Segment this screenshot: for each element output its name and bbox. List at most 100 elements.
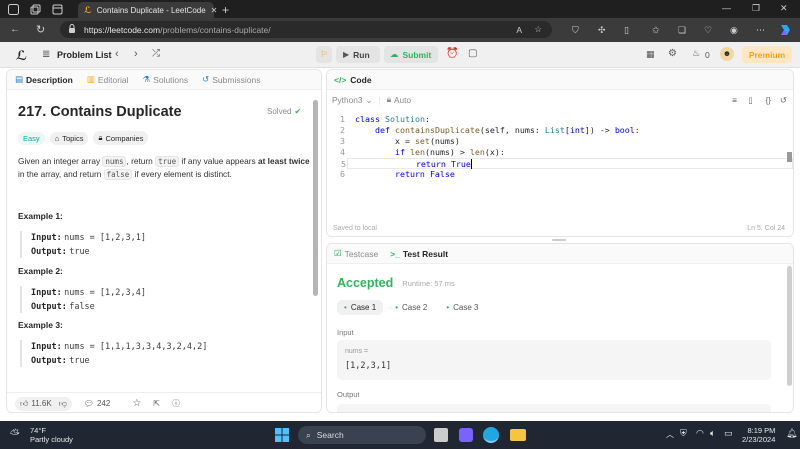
tab-description[interactable]: ▤ Description (15, 74, 73, 85)
new-tab-icon[interactable]: + (222, 3, 229, 17)
split-screen-icon[interactable]: ▯ (624, 25, 629, 36)
file-explorer-icon[interactable] (510, 429, 526, 441)
volume-icon[interactable]: 🔈︎ (710, 428, 715, 439)
shield-extension-icon[interactable]: ⛉ (572, 25, 579, 36)
document-icon: ▤ (15, 74, 24, 84)
workspaces-icon[interactable] (30, 4, 41, 15)
streak-flame-icon[interactable]: ♨ (692, 48, 700, 59)
favorite-star-icon[interactable]: ☆ (132, 398, 141, 409)
next-problem-icon[interactable]: › (134, 48, 138, 60)
format-icon[interactable]: ≡ (732, 95, 737, 105)
browser-toolbar: ← ↻ https://leetcode.com/problems/contai… (0, 18, 800, 42)
search-icon: ⌕ (306, 429, 311, 440)
tab-actions-icon[interactable] (52, 4, 63, 15)
performance-icon[interactable]: ♡ (704, 25, 712, 36)
collections-icon[interactable]: ❏ (678, 25, 686, 36)
terminal-icon: >_ (390, 248, 400, 259)
teams-icon[interactable] (459, 428, 473, 442)
tab-test-result[interactable]: >_ Test Result (390, 249, 448, 259)
topics-tag[interactable]: ⌂ Topics (49, 131, 89, 145)
tab-editorial[interactable]: ▥ Editorial (87, 74, 129, 85)
weather-widget[interactable]: 74°F Partly cloudy (30, 426, 73, 444)
chevron-up-icon[interactable]: ︿ (666, 429, 674, 440)
run-button[interactable]: ▶ Run (336, 46, 380, 63)
code-line: 1 class Solution: (340, 114, 430, 124)
result-scrollbar[interactable] (787, 266, 792, 386)
bookmark-icon[interactable]: ▯ (748, 95, 753, 105)
description-scrollbar[interactable] (313, 100, 318, 296)
problem-list-link[interactable]: Problem List (57, 50, 112, 60)
timer-icon[interactable]: ⏰ (446, 48, 458, 59)
tab-solutions[interactable]: ⚗ Solutions (143, 74, 189, 85)
save-status: Saved to local (333, 225, 377, 232)
shuffle-icon[interactable]: ⤮ (152, 48, 160, 59)
more-menu-icon[interactable]: ⋯ (756, 25, 765, 36)
profile-avatar-icon[interactable]: ◉ (730, 25, 738, 36)
leetcode-nav: ℒ ≣ Problem List ‹ › ⤮ ⚐ ▶ Run ☁ Submit … (0, 42, 800, 68)
comments-button[interactable]: 💬︎ 242 (84, 399, 111, 408)
close-tab-icon[interactable]: ✕ (211, 6, 218, 15)
example-3: Example 3: Input: nums = [1,1,1,3,3,4,3,… (18, 320, 310, 367)
wifi-icon[interactable]: ◠ (696, 428, 704, 439)
browser-tab-active[interactable]: ℒ Contains Duplicate - LeetCode ✕ (78, 2, 217, 18)
panel-resize-handle[interactable] (552, 239, 566, 241)
close-window-icon[interactable]: ✕ (780, 3, 788, 14)
refresh-icon[interactable]: ↻ (36, 23, 45, 36)
address-bar[interactable]: https://leetcode.com/problems/contains-d… (60, 21, 552, 38)
taskbar-search[interactable]: ⌕ Search (298, 426, 426, 444)
security-icon[interactable]: ⛨ (680, 428, 687, 439)
favorites-icon[interactable]: ✩ (652, 25, 660, 36)
leetcode-logo-icon[interactable]: ℒ (16, 48, 27, 64)
help-icon[interactable]: ⓘ (172, 398, 180, 409)
braces-icon[interactable]: {} (765, 95, 771, 105)
case-tab-2[interactable]: • Case 2 (388, 300, 434, 315)
favorite-star-icon[interactable]: ☆ (534, 24, 542, 35)
extension-icon[interactable]: ✣ (598, 25, 606, 36)
read-aloud-icon[interactable]: A (516, 25, 522, 35)
weather-icon[interactable]: ⛅︎ (10, 427, 20, 442)
edge-icon[interactable] (483, 427, 499, 443)
difficulty-badge: Easy (18, 131, 45, 145)
submit-button[interactable]: ☁ Submit (384, 46, 438, 63)
profile-icon[interactable] (8, 4, 19, 15)
clock[interactable]: 8:19 PM 2/23/2024 (742, 426, 775, 444)
reset-icon[interactable]: ↺ (780, 95, 787, 105)
like-button[interactable]: 👍︎ 11.6K 👎︎ (15, 396, 72, 411)
problem-description: Given an integer array nums, return true… (18, 156, 310, 180)
auto-complete-toggle[interactable]: 🔒︎ Auto (387, 94, 412, 105)
battery-icon[interactable]: ▭ (724, 428, 733, 439)
task-view-icon[interactable] (434, 428, 448, 442)
code-editor[interactable]: 1 class Solution: 2 def containsDuplicat… (333, 114, 793, 180)
input-box: nums = [1,2,3,1] (337, 340, 771, 380)
thumbs-down-icon[interactable]: 👎︎ (59, 399, 67, 409)
tab-submissions[interactable]: ↺ Submissions (202, 74, 260, 85)
accepted-label: Accepted (337, 276, 394, 290)
debug-button[interactable]: ⚐ (316, 46, 332, 63)
solved-indicator: Solved ✔ (267, 107, 302, 116)
streak-count: 0 (705, 50, 710, 60)
companies-tag[interactable]: 🔒︎ Companies (93, 131, 149, 145)
history-icon: ↺ (202, 74, 210, 84)
maximize-icon[interactable]: ❐ (752, 3, 760, 14)
back-icon[interactable]: ← (10, 24, 20, 35)
description-tabs: ▤ Description ▥ Editorial ⚗ Solutions ↺ … (7, 70, 321, 90)
case-tab-1[interactable]: • Case 1 (337, 300, 384, 315)
start-icon[interactable] (275, 428, 289, 444)
problem-title: 217. Contains Duplicate (18, 104, 182, 120)
browser-tab-strip: ℒ Contains Duplicate - LeetCode ✕ + — ❐ … (0, 0, 800, 18)
settings-gear-icon[interactable]: ⚙ (668, 48, 677, 59)
code-scrollbar[interactable] (787, 152, 792, 162)
copilot-icon[interactable] (778, 23, 792, 39)
notes-icon[interactable]: ▢ (468, 48, 477, 59)
case-tab-3[interactable]: • Case 3 (439, 300, 485, 315)
user-avatar[interactable]: ☻ (720, 47, 734, 61)
language-select[interactable]: Python3 ⌄ (332, 95, 372, 105)
tab-testcase[interactable]: ☑ Testcase (334, 248, 378, 259)
minimize-icon[interactable]: — (722, 3, 731, 13)
layout-icon[interactable]: ▦ (646, 49, 655, 60)
notifications-icon[interactable]: 🔔︎ (786, 428, 797, 439)
share-icon[interactable]: ⇱ (153, 399, 160, 408)
prev-problem-icon[interactable]: ‹ (115, 48, 119, 60)
cloud-upload-icon: ☁ (390, 49, 399, 59)
premium-button[interactable]: Premium (742, 46, 792, 63)
